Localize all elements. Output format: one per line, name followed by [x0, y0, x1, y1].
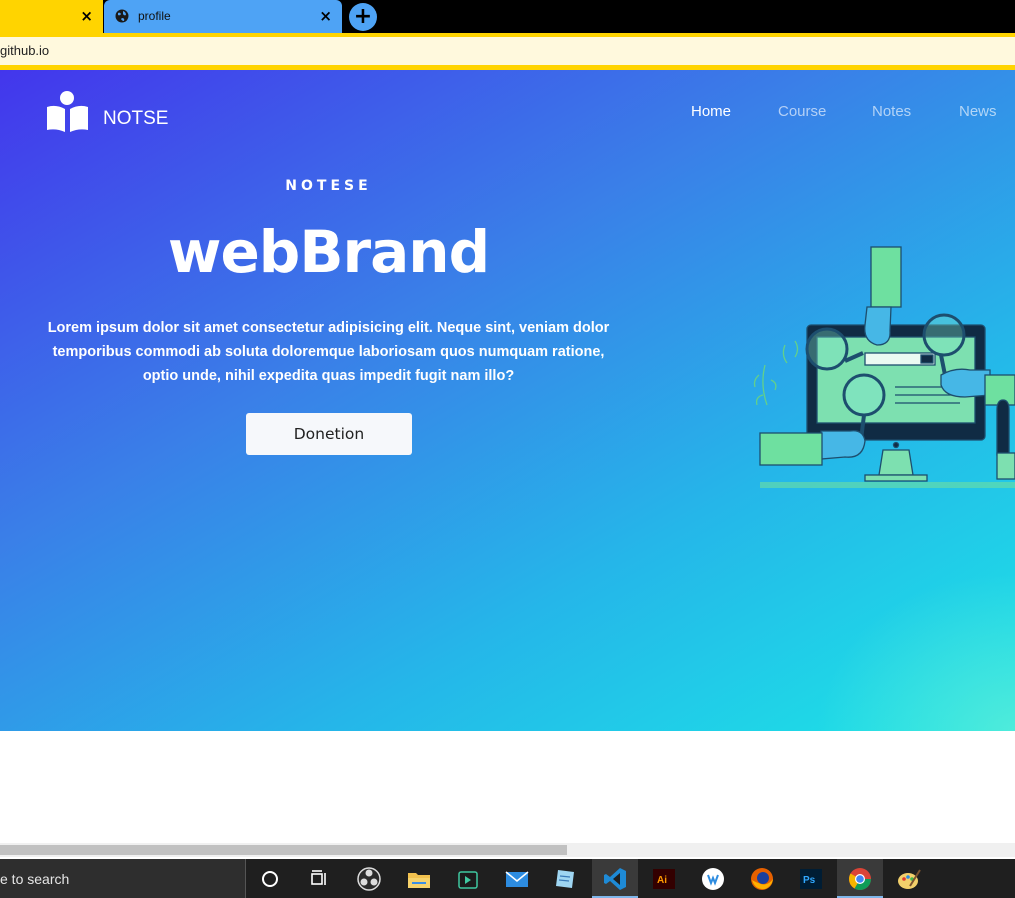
donation-button[interactable]: Donetion	[246, 413, 412, 455]
store-icon[interactable]	[455, 866, 481, 892]
notepad-icon[interactable]	[552, 866, 578, 892]
horizontal-scrollbar[interactable]	[0, 843, 1015, 857]
search-illustration	[753, 246, 1015, 488]
illustrator-icon[interactable]: Ai	[651, 866, 677, 892]
nav-home[interactable]: Home	[691, 103, 731, 120]
taskbar-search-text: e to search	[0, 871, 70, 887]
vscode-icon[interactable]	[602, 866, 628, 892]
browser-tab-strip: × profile × +	[0, 0, 1015, 33]
svg-text:Ai: Ai	[657, 875, 667, 886]
globe-icon	[115, 9, 129, 23]
hero-title: webBrand	[167, 218, 490, 286]
browser-tab[interactable]: ×	[0, 0, 103, 33]
address-bar: github.io	[0, 33, 1015, 70]
tab-title: profile	[138, 9, 171, 23]
svg-text:Ps: Ps	[803, 875, 816, 886]
obs-icon[interactable]	[356, 866, 382, 892]
hero-glow	[815, 571, 1015, 731]
task-view-icon[interactable]	[306, 866, 332, 892]
browser-tab-profile[interactable]: profile ×	[104, 0, 342, 33]
tab-close-button[interactable]: ×	[80, 8, 93, 25]
scrollbar-thumb[interactable]	[0, 845, 567, 855]
hero-kicker: NOTESE	[285, 178, 372, 194]
nav-notes[interactable]: Notes	[872, 103, 911, 120]
taskbar: e to search Ai Ps	[0, 859, 1015, 898]
nav-course[interactable]: Course	[778, 103, 826, 120]
taskbar-search-box[interactable]: e to search	[0, 859, 246, 898]
tab-close-button[interactable]: ×	[319, 8, 332, 25]
brand-name[interactable]: NOTSE	[103, 108, 168, 130]
book-reader-logo-icon[interactable]	[46, 91, 90, 133]
wps-icon[interactable]	[700, 866, 726, 892]
new-tab-button[interactable]: +	[349, 3, 377, 31]
firefox-icon[interactable]	[749, 866, 775, 892]
cortana-icon[interactable]	[257, 866, 283, 892]
nav-news[interactable]: News	[959, 103, 997, 120]
chrome-icon[interactable]	[847, 866, 873, 892]
address-text: github.io	[0, 43, 50, 58]
hero-description: Lorem ipsum dolor sit amet consectetur a…	[47, 320, 610, 384]
file-explorer-icon[interactable]	[406, 866, 432, 892]
paint-icon[interactable]	[896, 866, 922, 892]
address-field[interactable]: github.io	[0, 37, 1015, 65]
hero-section: NOTSE Home Course Notes News NOTESE webB…	[0, 70, 1015, 731]
mail-icon[interactable]	[504, 866, 530, 892]
photoshop-icon[interactable]: Ps	[798, 866, 824, 892]
